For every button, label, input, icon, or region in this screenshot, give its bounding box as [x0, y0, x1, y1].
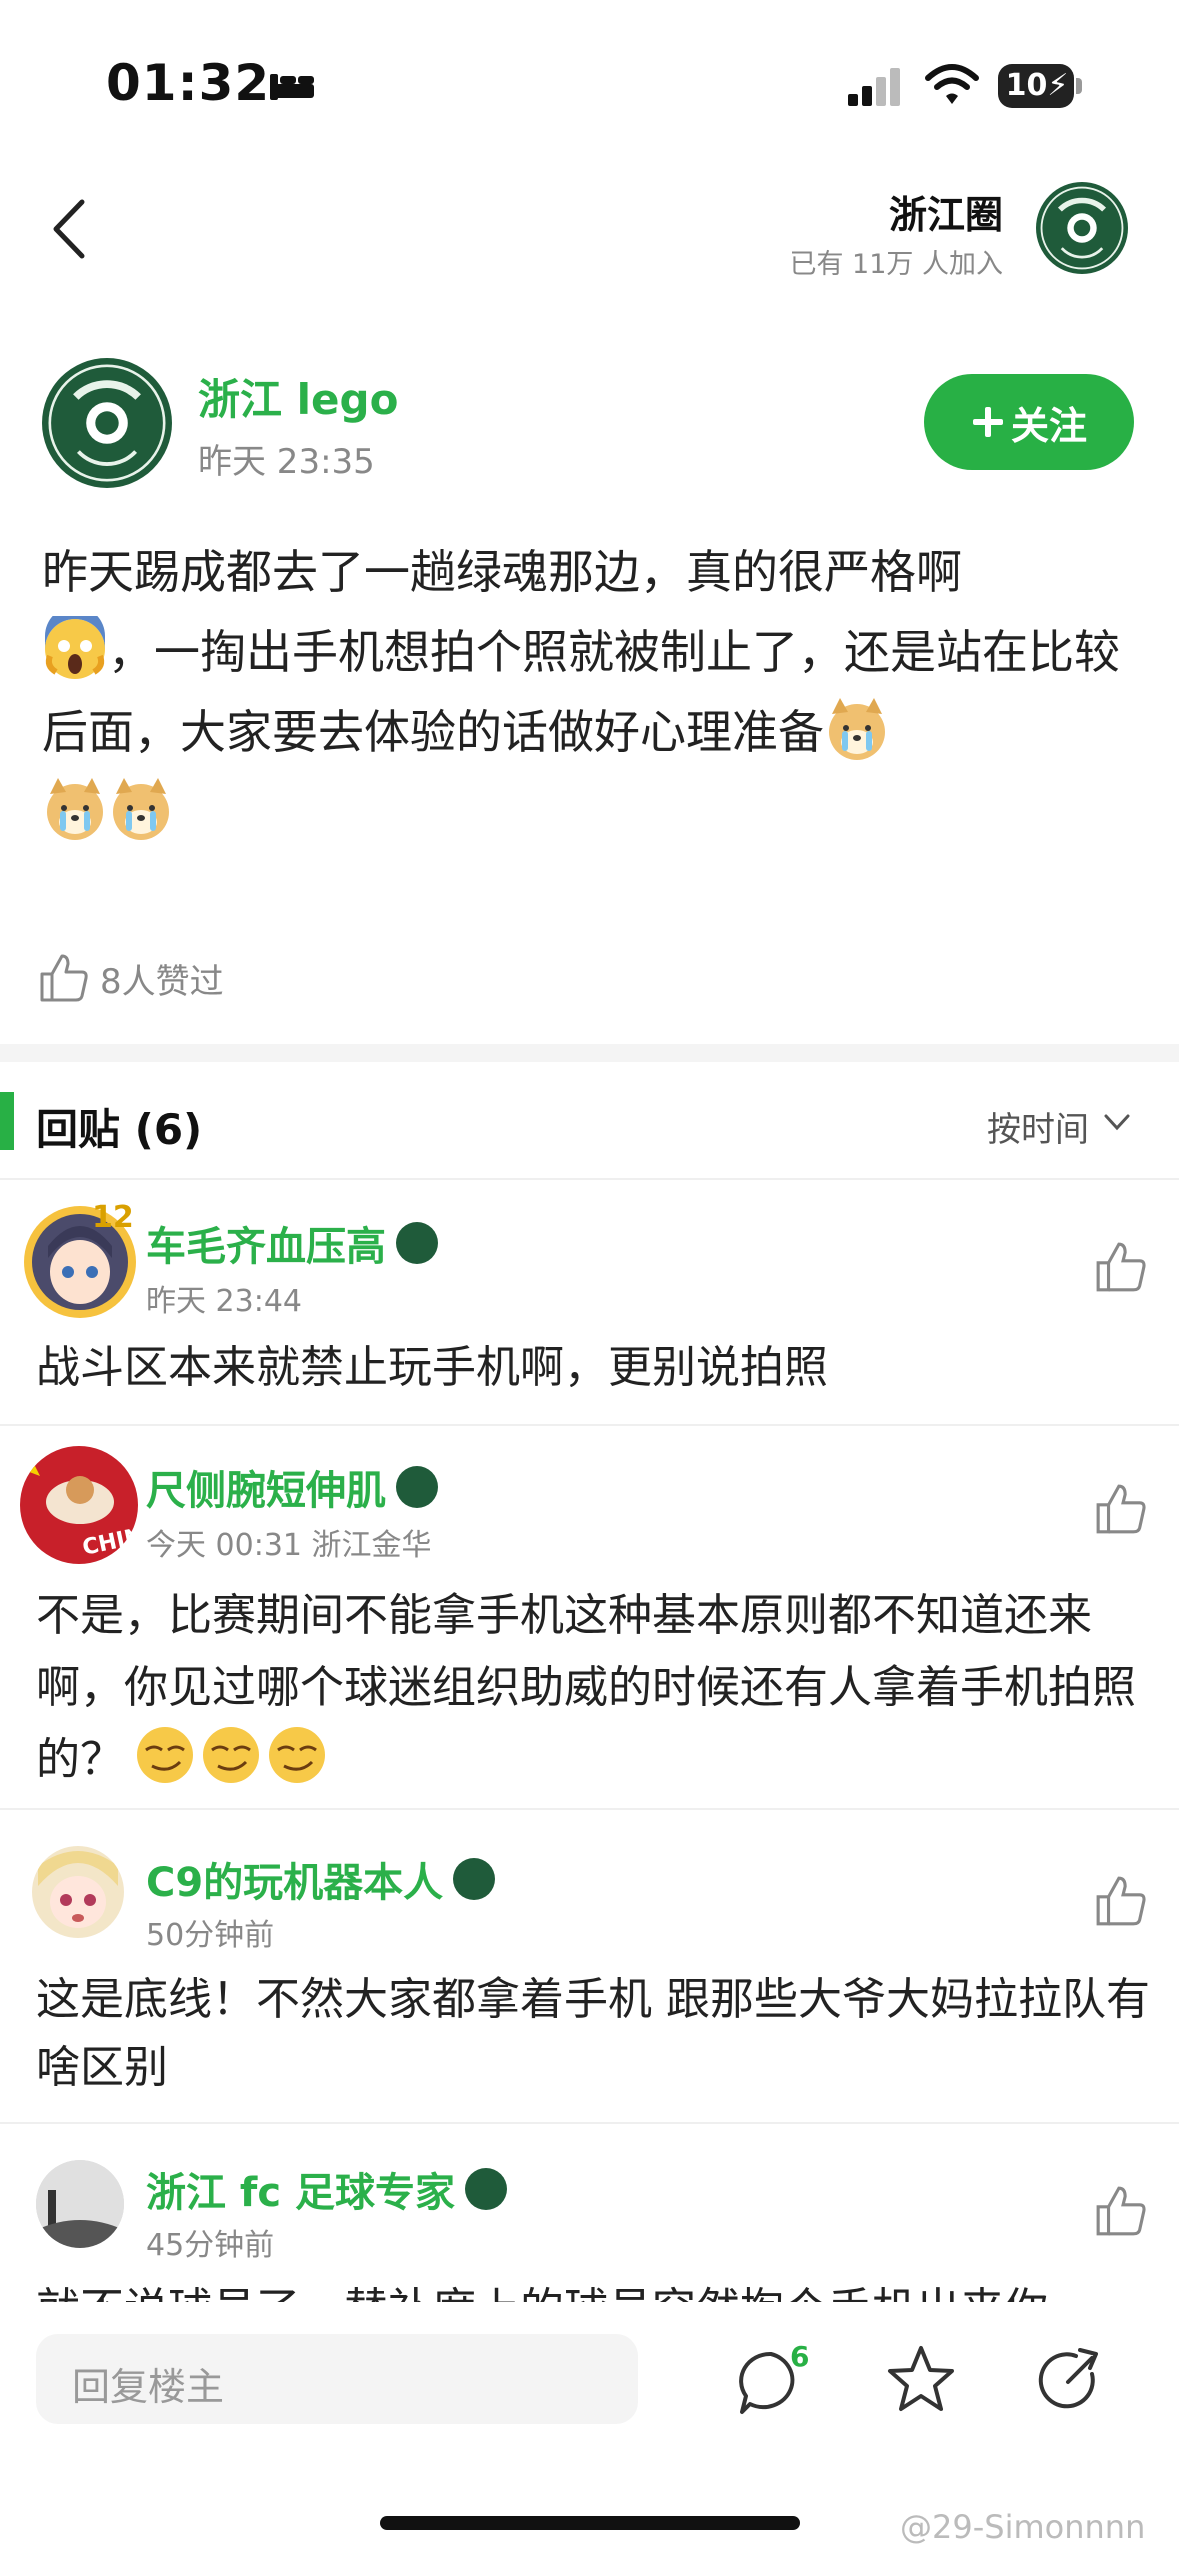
comment-text-block: 不是，比赛期间不能拿手机这种基本原则都不知道还来啊，你见过哪个球迷组织助威的时候… — [36, 1580, 1156, 1796]
commenter-avatar[interactable] — [32, 1846, 124, 1938]
author-name[interactable]: 浙江 lego — [198, 366, 398, 427]
commenter-avatar[interactable] — [36, 2160, 124, 2248]
comment-time-location: 今天 00:31 浙江金华 — [146, 1528, 432, 1563]
sleep-focus-icon — [270, 74, 314, 100]
follow-label: 关注 — [1010, 403, 1087, 448]
battery-level: 10⚡ — [1005, 68, 1069, 103]
circle-logo[interactable] — [1036, 182, 1128, 274]
comment-time: 50分钟前 — [146, 1918, 275, 1953]
commenter-name[interactable]: 浙江 fc 足球专家 — [146, 2160, 455, 2218]
chevron-down-icon[interactable] — [1102, 1110, 1132, 1134]
cellular-signal-icon — [848, 68, 900, 106]
post-text-1: 昨天踢成都去了一趟绿魂那边，真的很严格啊 — [42, 545, 962, 599]
divider — [0, 2122, 1179, 2124]
replies-title: 回贴 (6) — [36, 1105, 203, 1154]
plus-icon — [972, 407, 1003, 437]
smirk-emoji-icon — [269, 1727, 325, 1783]
commenter-name-row: 车毛齐血压高 — [146, 1214, 438, 1272]
post-body: 昨天踢成都去了一趟绿魂那边，真的很严格啊 ，一掏出手机想拍个照就被制止了，还是站… — [42, 532, 1142, 852]
commenter-name-row: 浙江 fc 足球专家 — [146, 2160, 507, 2218]
thumbs-up-icon[interactable] — [1094, 1482, 1148, 1536]
commenter-name[interactable]: 车毛齐血压高 — [146, 1214, 386, 1272]
share-icon[interactable] — [1034, 2346, 1104, 2416]
level-badge: 12 — [92, 1200, 134, 1235]
thumbs-up-icon[interactable] — [1094, 1874, 1148, 1928]
watermark: @29-Simonnnn — [900, 2508, 1146, 2546]
thumbs-up-icon[interactable] — [1094, 2184, 1148, 2238]
team-badge-icon — [453, 1858, 496, 1900]
battery-tip — [1076, 78, 1082, 94]
thumbs-up-icon[interactable] — [38, 952, 90, 1004]
like-count: 8人赞过 — [100, 962, 224, 1002]
comment-time: 45分钟前 — [146, 2228, 275, 2263]
comment-time: 昨天 23:44 — [146, 1284, 302, 1319]
team-badge-icon — [396, 1222, 438, 1264]
back-chevron-icon[interactable] — [46, 196, 90, 262]
commenter-name[interactable]: 尺侧腕短伸肌 — [146, 1458, 386, 1516]
crying-doge-emoji-icon — [829, 698, 885, 760]
comment-text: 战斗区本来就禁止玩手机啊，更别说拍照 — [36, 1342, 828, 1393]
zhejiang-fc-logo-icon — [1040, 186, 1124, 270]
status-time: 01:32 — [106, 54, 271, 112]
thumbs-up-icon[interactable] — [1094, 1240, 1148, 1294]
commenter-name-row: 尺侧腕短伸肌 — [146, 1458, 438, 1516]
divider — [0, 1808, 1179, 1810]
reply-placeholder: 回复楼主 — [72, 2365, 225, 2409]
comment-count-badge: 6 — [790, 2340, 810, 2373]
author-avatar[interactable] — [42, 358, 172, 488]
section-divider — [0, 1044, 1179, 1062]
zhejiang-fc-logo-icon — [48, 364, 166, 482]
smirk-emoji-icon — [137, 1727, 193, 1783]
anime-face-avatar-icon — [38, 1851, 118, 1928]
crying-doge-emoji-icon — [47, 778, 103, 840]
star-favorite-icon[interactable] — [886, 2344, 956, 2414]
sort-dropdown[interactable]: 按时间 — [987, 1102, 1089, 1151]
wifi-icon — [925, 64, 979, 104]
post-text-2: ，一掏出手机想拍个照就被制止了，还是站在比较后面，大家要去体验的话做好心理准备 — [42, 625, 1120, 759]
divider — [0, 1178, 1179, 1180]
commenter-name[interactable]: C9的玩机器本人 — [146, 1850, 443, 1908]
team-badge-icon — [464, 2168, 507, 2210]
section-accent-bar — [0, 1092, 14, 1150]
circle-member-count: 已有 11万 人加入 — [789, 249, 1003, 280]
crying-doge-emoji-icon — [113, 778, 169, 840]
follow-button[interactable]: 关注 — [924, 374, 1134, 470]
commenter-name-row: C9的玩机器本人 — [146, 1850, 496, 1908]
stadium-photo-avatar-icon — [36, 2160, 124, 2248]
divider — [0, 1424, 1179, 1426]
scream-emoji-icon — [45, 616, 105, 679]
smirk-emoji-icon — [203, 1727, 259, 1783]
post-timestamp: 昨天 23:35 — [198, 442, 375, 482]
comment-text: 这是底线！不然大家都拿着手机 跟那些大爷大妈拉拉队有啥区别 — [36, 1974, 1150, 2093]
circle-name[interactable]: 浙江圈 — [889, 184, 1003, 239]
team-badge-icon — [396, 1466, 438, 1508]
home-indicator[interactable] — [380, 2516, 800, 2530]
